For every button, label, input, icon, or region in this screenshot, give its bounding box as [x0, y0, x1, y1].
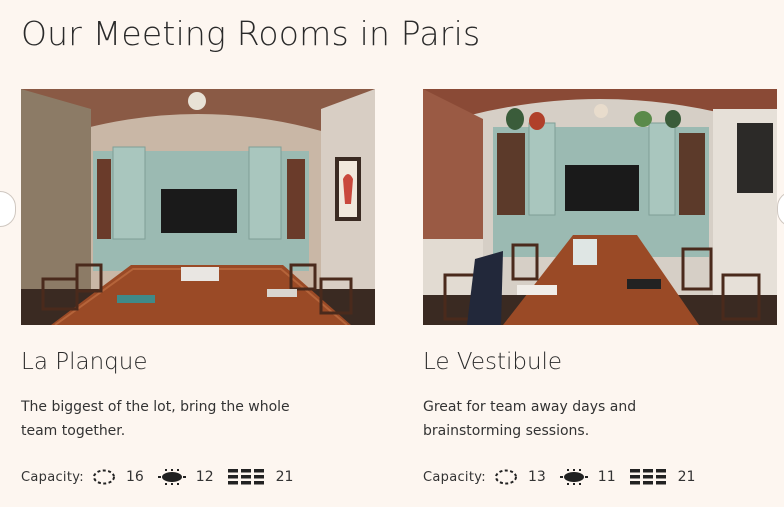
dashed-circle-icon [92, 469, 115, 485]
room-description: Great for team away days and brainstormi… [423, 399, 637, 439]
room-photo-illustration [21, 89, 375, 325]
capacity-standing: 16 [125, 469, 144, 485]
room-photo-illustration [423, 89, 777, 325]
capacity-theatre: 21 [275, 469, 294, 485]
carousel-next-button[interactable] [777, 191, 784, 227]
room-name[interactable]: Le Vestibule [423, 349, 777, 375]
capacity-boardroom: 11 [597, 469, 616, 485]
room-card-la-planque[interactable]: La Planque The biggest of the lot, bring… [21, 89, 375, 485]
theatre-rows-icon [629, 469, 666, 485]
capacity-row: Capacity: 13 11 21 [423, 469, 709, 485]
boardroom-table-icon [157, 469, 186, 485]
room-name[interactable]: La Planque [21, 349, 375, 375]
capacity-standing: 13 [527, 469, 546, 485]
theatre-rows-icon [227, 469, 264, 485]
capacity-boardroom: 12 [195, 469, 214, 485]
room-photo[interactable] [423, 89, 777, 325]
room-card-le-vestibule[interactable]: Le Vestibule Great for team away days an… [423, 89, 777, 485]
room-photo[interactable] [21, 89, 375, 325]
room-description: The biggest of the lot, bring the whole … [21, 399, 290, 439]
capacity-row: Capacity: 16 12 21 [21, 469, 307, 485]
dashed-circle-icon [494, 469, 517, 485]
carousel-prev-button[interactable] [0, 191, 16, 227]
capacity-label: Capacity: [21, 469, 84, 485]
boardroom-table-icon [559, 469, 588, 485]
capacity-theatre: 21 [677, 469, 696, 485]
page-title: Our Meeting Rooms in Paris [21, 14, 481, 53]
capacity-label: Capacity: [423, 469, 486, 485]
